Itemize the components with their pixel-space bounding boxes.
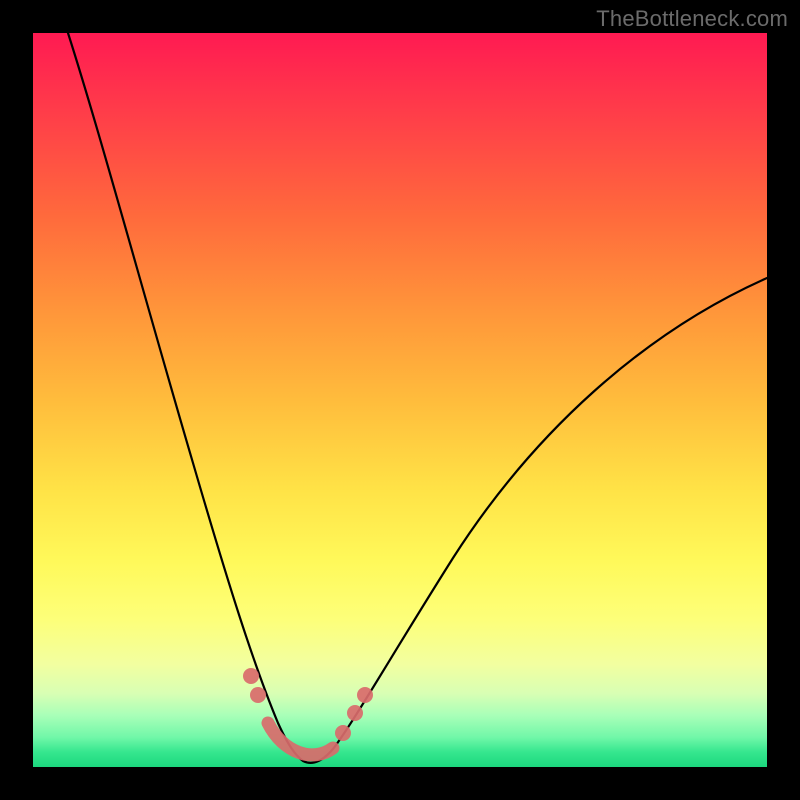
bottleneck-curve-svg bbox=[33, 33, 767, 767]
marker-trough bbox=[268, 723, 333, 755]
chart-outer-frame: TheBottleneck.com bbox=[0, 0, 800, 800]
marker-dot bbox=[347, 705, 363, 721]
chart-plot-area bbox=[33, 33, 767, 767]
marker-dot bbox=[250, 687, 266, 703]
marker-dot bbox=[357, 687, 373, 703]
watermark-text: TheBottleneck.com bbox=[596, 6, 788, 32]
marker-dot bbox=[335, 725, 351, 741]
curve-path bbox=[68, 33, 767, 763]
bottleneck-curve bbox=[68, 33, 767, 763]
marker-dot bbox=[243, 668, 259, 684]
